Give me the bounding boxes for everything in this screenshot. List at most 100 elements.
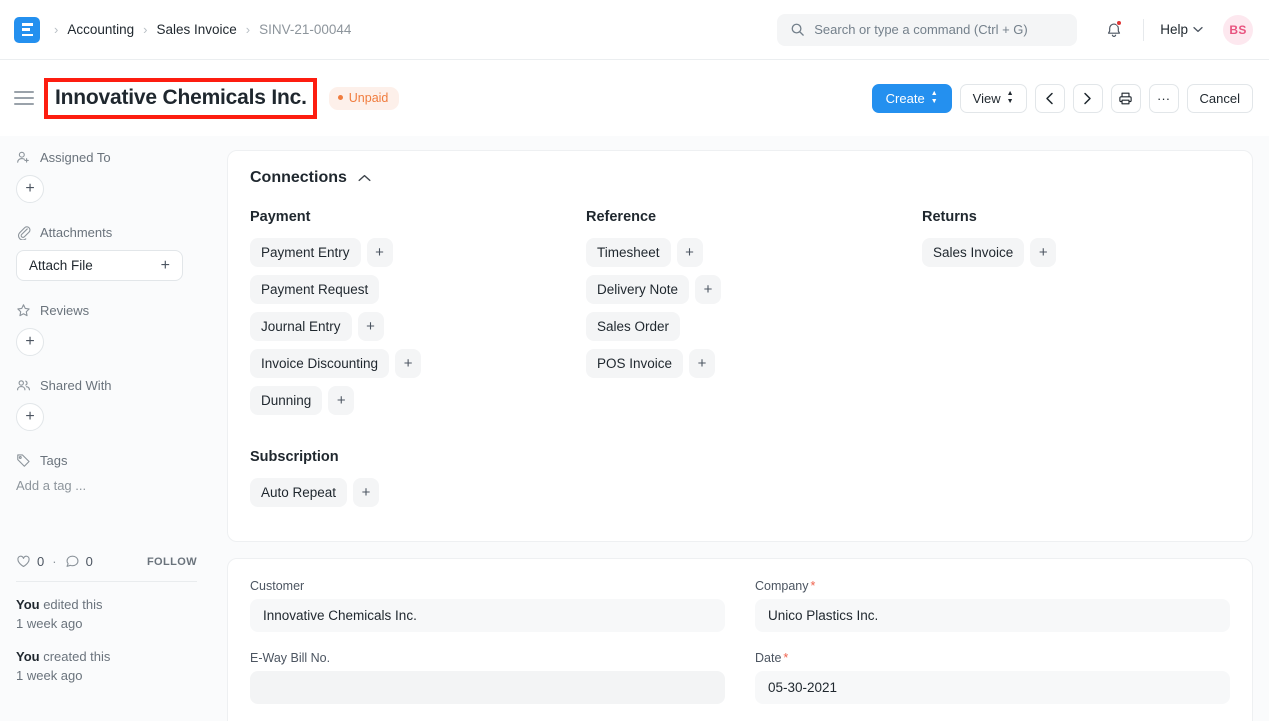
form-column-left: Customer Innovative Chemicals Inc. E-Way… [250,579,725,721]
eway-bill-no-input[interactable] [250,671,725,704]
navbar-right: Help BS [777,13,1253,47]
notifications-button[interactable] [1097,13,1131,47]
tags-header: Tags [16,453,197,468]
user-add-icon [16,150,31,165]
connections-column-heading: Reference [586,209,922,225]
page-body: Assigned To + Attachments Attach File + [0,136,1269,721]
connections-columns: Payment Payment Entry + Payment Request … [250,209,1230,423]
activity-actor: You [16,649,40,664]
link-journal-entry[interactable]: Journal Entry [250,312,352,341]
chevron-up-icon[interactable] [358,174,371,182]
activity-action: created this [40,649,111,664]
like-button[interactable]: 0 [16,554,44,569]
add-assignment-button[interactable]: + [16,175,44,203]
add-timesheet-button[interactable]: + [677,238,703,267]
link-timesheet[interactable]: Timesheet [586,238,671,267]
add-delivery-note-button[interactable]: + [695,275,721,304]
sidebar-toggle-icon[interactable] [14,91,34,105]
chevron-left-icon [1045,92,1054,105]
tag-icon [16,453,31,468]
link-dunning[interactable]: Dunning [250,386,322,415]
company-label: Company* [755,579,1230,593]
connections-column-payment: Payment Payment Entry + Payment Request … [250,209,586,423]
view-button[interactable]: View ▲▼ [960,84,1027,113]
company-input[interactable]: Unico Plastics Inc. [755,599,1230,632]
attach-file-button[interactable]: Attach File + [16,250,183,281]
sidebar-section-attachments: Attachments Attach File + [16,225,197,281]
add-sales-invoice-return-button[interactable]: + [1030,238,1056,267]
add-journal-entry-button[interactable]: + [358,312,384,341]
help-menu-button[interactable]: Help [1156,18,1207,41]
comment-button[interactable]: 0 [65,554,93,569]
breadcrumb-separator: › [54,23,58,36]
help-label: Help [1160,22,1188,37]
add-invoice-discounting-button[interactable]: + [395,349,421,378]
search-icon [790,22,805,37]
connection-link-row: Auto Repeat + [250,478,1230,507]
activity-action: edited this [40,597,103,612]
connections-title: Connections [250,169,347,187]
add-review-button[interactable]: + [16,328,44,356]
search-box[interactable] [777,14,1077,46]
connection-link-row: Timesheet + [586,238,922,267]
link-pos-invoice[interactable]: POS Invoice [586,349,683,378]
link-payment-entry[interactable]: Payment Entry [250,238,361,267]
date-input[interactable]: 05-30-2021 [755,671,1230,704]
paperclip-icon [16,225,31,240]
eway-bill-no-label: E-Way Bill No. [250,651,725,665]
comment-count: 0 [86,554,93,569]
create-button[interactable]: Create ▲▼ [872,84,952,113]
link-sales-order[interactable]: Sales Order [586,312,680,341]
users-icon [16,378,31,393]
connections-column-reference: Reference Timesheet + Delivery Note + Sa… [586,209,922,423]
add-pos-invoice-button[interactable]: + [689,349,715,378]
add-tag-input[interactable]: Add a tag ... [16,478,197,493]
connection-link-row: Delivery Note + [586,275,922,304]
connections-column-returns: Returns Sales Invoice + [922,209,1230,423]
attachments-label: Attachments [40,225,112,240]
add-share-button[interactable]: + [16,403,44,431]
field-company: Company* Unico Plastics Inc. [755,579,1230,632]
form-column-right: Company* Unico Plastics Inc. Date* 05-30… [755,579,1230,721]
follow-button[interactable]: FOLLOW [147,556,197,568]
like-count: 0 [37,554,44,569]
reviews-header: Reviews [16,303,197,318]
form-columns: Customer Innovative Chemicals Inc. E-Way… [250,579,1230,721]
link-delivery-note[interactable]: Delivery Note [586,275,689,304]
breadcrumb-item-accounting[interactable]: Accounting [67,22,134,37]
link-auto-repeat[interactable]: Auto Repeat [250,478,347,507]
add-payment-entry-button[interactable]: + [367,238,393,267]
link-invoice-discounting[interactable]: Invoice Discounting [250,349,389,378]
required-asterisk: * [783,651,788,665]
next-document-button[interactable] [1073,84,1103,113]
activity-item: You created this 1 week ago [16,648,197,685]
comment-icon [65,554,80,569]
print-button[interactable] [1111,84,1141,113]
add-dunning-button[interactable]: + [328,386,354,415]
avatar[interactable]: BS [1223,15,1253,45]
customer-label: Customer [250,579,725,593]
activity-time: 1 week ago [16,616,83,631]
connections-card-header[interactable]: Connections [250,169,1230,187]
social-stats: 0 · 0 FOLLOW [16,554,197,581]
connections-subscription-section: Subscription Auto Repeat + [250,449,1230,507]
tags-label: Tags [40,453,67,468]
document-sidebar: Assigned To + Attachments Attach File + [0,136,213,721]
breadcrumb-item-sales-invoice[interactable]: Sales Invoice [156,22,236,37]
app-logo-icon[interactable] [14,17,40,43]
connection-link-row: Dunning + [250,386,586,415]
link-sales-invoice-return[interactable]: Sales Invoice [922,238,1024,267]
add-auto-repeat-button[interactable]: + [353,478,379,507]
attach-file-label: Attach File [29,258,93,273]
connection-link-row: Journal Entry + [250,312,586,341]
customer-input[interactable]: Innovative Chemicals Inc. [250,599,725,632]
link-payment-request[interactable]: Payment Request [250,275,379,304]
previous-document-button[interactable] [1035,84,1065,113]
reviews-label: Reviews [40,303,89,318]
search-input[interactable] [814,22,1064,37]
sidebar-section-shared-with: Shared With + [16,378,197,431]
cancel-button[interactable]: Cancel [1187,84,1253,113]
more-actions-button[interactable]: ··· [1149,84,1179,113]
updown-chevron-icon: ▲▼ [931,91,938,105]
sidebar-section-assigned-to: Assigned To + [16,150,197,203]
